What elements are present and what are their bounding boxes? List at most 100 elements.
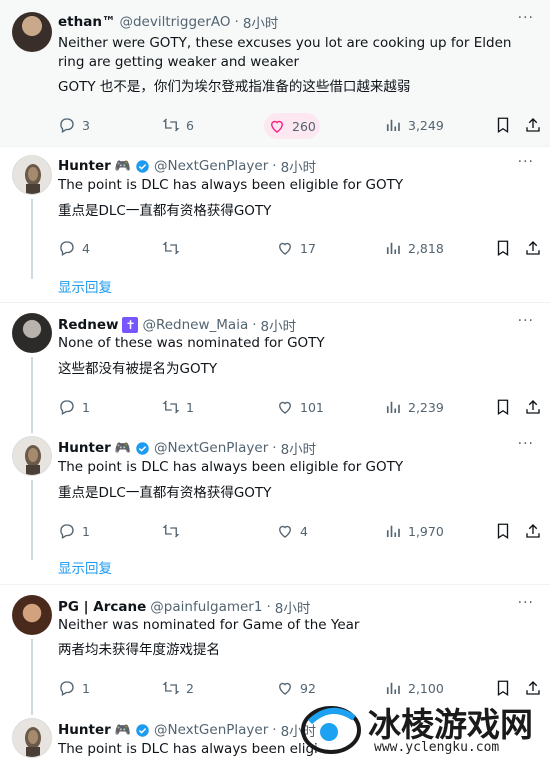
views-icon <box>386 525 400 537</box>
user-handle[interactable]: @NextGenPlayer <box>154 440 268 456</box>
reply-button[interactable]: 1 <box>58 679 90 697</box>
retweet-button[interactable] <box>162 522 186 540</box>
views-count: 3,249 <box>408 117 444 133</box>
bookmark-button[interactable] <box>494 522 512 540</box>
bookmark-button[interactable] <box>494 398 512 416</box>
views-button[interactable]: 1,970 <box>384 522 444 540</box>
tweet-hunter-2[interactable]: Hunter 🎮 @NextGenPlayer · 8小时 ··· The po… <box>0 428 550 583</box>
gamepad-icon: 🎮 <box>114 722 131 738</box>
reply-count: 1 <box>82 680 90 696</box>
tweet-text: Neither were GOTY, these excuses you lot… <box>58 35 512 70</box>
bookmark-icon <box>497 523 509 540</box>
tweet-rednew[interactable]: Rednew ✝ @Rednew_Maia · 8小时 ··· None of … <box>0 303 550 433</box>
reply-icon <box>60 681 74 696</box>
like-count: 260 <box>292 118 316 134</box>
more-options-icon[interactable]: ··· <box>518 595 534 611</box>
like-button[interactable]: 17 <box>276 239 316 257</box>
like-button[interactable]: 260 <box>264 113 320 139</box>
retweet-button[interactable]: 6 <box>162 116 194 134</box>
display-name[interactable]: Rednew <box>58 317 118 333</box>
display-name[interactable]: Hunter <box>58 158 111 174</box>
heart-icon <box>279 242 291 255</box>
hunter-avatar-icon <box>25 727 41 757</box>
display-name[interactable]: ethan™ <box>58 14 115 30</box>
views-count: 2,239 <box>408 399 444 415</box>
retweet-count: 2 <box>186 680 194 696</box>
timestamp[interactable]: 8小时 <box>243 12 279 32</box>
views-button[interactable]: 2,239 <box>384 398 444 416</box>
tweet-header: Rednew ✝ @Rednew_Maia · 8小时 <box>58 315 296 335</box>
share-button[interactable] <box>524 398 542 416</box>
like-count: 4 <box>300 523 308 539</box>
display-name[interactable]: Hunter <box>58 722 111 738</box>
verified-badge-icon <box>136 159 149 173</box>
share-icon <box>526 118 540 132</box>
tweet-hunter[interactable]: Hunter 🎮 @NextGenPlayer · 8小时 ··· The po… <box>0 147 550 301</box>
show-replies-link[interactable]: 显示回复 <box>58 557 112 577</box>
tweet-ethan[interactable]: ethan™ @deviltriggerAO · 8小时 ··· Neither… <box>0 0 550 146</box>
retweet-button[interactable]: 1 <box>162 398 194 416</box>
user-handle[interactable]: @Rednew_Maia <box>142 317 248 333</box>
tweet-translation: GOTY 也不是，你们为埃尔登戒指准备的这些借口越来越弱 <box>58 79 411 95</box>
user-handle[interactable]: @deviltriggerAO <box>119 14 230 30</box>
reply-icon <box>60 400 74 415</box>
reply-button[interactable]: 3 <box>58 116 90 134</box>
heart-icon <box>279 401 291 414</box>
reply-count: 1 <box>82 399 90 415</box>
timestamp[interactable]: 8小时 <box>275 597 311 617</box>
separator-dot: · <box>234 14 239 30</box>
share-button[interactable] <box>524 239 542 257</box>
more-options-icon[interactable]: ··· <box>518 10 534 26</box>
display-name[interactable]: Hunter <box>58 440 111 456</box>
like-button[interactable]: 4 <box>276 522 308 540</box>
show-replies-link[interactable]: 显示回复 <box>58 276 112 296</box>
more-options-icon[interactable]: ··· <box>518 313 534 329</box>
tweet-translation: 重点是DLC一直都有资格获得GOTY <box>58 203 272 219</box>
bookmark-button[interactable] <box>494 239 512 257</box>
reply-button[interactable]: 4 <box>58 239 90 257</box>
reply-icon <box>60 241 74 256</box>
share-button[interactable] <box>524 116 542 134</box>
reply-icon <box>60 118 74 133</box>
reply-count: 3 <box>82 117 90 133</box>
retweet-button[interactable]: 2 <box>162 679 194 697</box>
tweet-translation: 重点是DLC一直都有资格获得GOTY <box>58 485 272 501</box>
heart-icon <box>271 120 283 133</box>
views-button[interactable]: 2,818 <box>384 239 444 257</box>
more-options-icon[interactable]: ··· <box>518 154 534 170</box>
avatar[interactable] <box>12 12 52 52</box>
views-button[interactable]: 3,249 <box>384 116 444 134</box>
views-icon <box>386 401 400 413</box>
timestamp[interactable]: 8小时 <box>281 156 317 176</box>
share-button[interactable] <box>524 522 542 540</box>
display-name[interactable]: PG | Arcane <box>58 599 146 615</box>
user-handle[interactable]: @NextGenPlayer <box>154 722 268 738</box>
avatar[interactable] <box>12 436 52 476</box>
timestamp[interactable]: 8小时 <box>261 315 297 335</box>
tweet-text: None of these was nominated for GOTY <box>58 335 325 351</box>
avatar[interactable] <box>12 155 52 195</box>
retweet-icon <box>162 524 180 538</box>
more-options-icon[interactable]: ··· <box>518 436 534 452</box>
user-handle[interactable]: @NextGenPlayer <box>154 158 268 174</box>
user-handle[interactable]: @painfulgamer1 <box>150 599 262 615</box>
timestamp[interactable]: 8小时 <box>281 438 317 458</box>
views-icon <box>386 242 400 254</box>
avatar[interactable] <box>12 313 52 353</box>
retweet-icon <box>162 681 180 695</box>
reply-button[interactable]: 1 <box>58 398 90 416</box>
like-button[interactable]: 101 <box>276 398 324 416</box>
bookmark-icon <box>497 240 509 257</box>
retweet-button[interactable] <box>162 239 186 257</box>
avatar[interactable] <box>12 595 52 635</box>
bookmark-button[interactable] <box>494 116 512 134</box>
tweet-translation: 这些都没有被提名为GOTY <box>58 361 218 377</box>
tweet-text: The point is DLC has always been eligibl… <box>58 459 404 475</box>
verified-badge-icon <box>136 723 149 737</box>
retweet-icon <box>162 118 180 132</box>
avatar[interactable] <box>12 718 52 758</box>
reply-button[interactable]: 1 <box>58 522 90 540</box>
watermark-text: 冰棱游戏网 <box>368 705 533 744</box>
tweet-header: Hunter 🎮 @NextGenPlayer · 8小时 <box>58 438 316 458</box>
tweet-text: Neither was nominated for Game of the Ye… <box>58 617 360 633</box>
